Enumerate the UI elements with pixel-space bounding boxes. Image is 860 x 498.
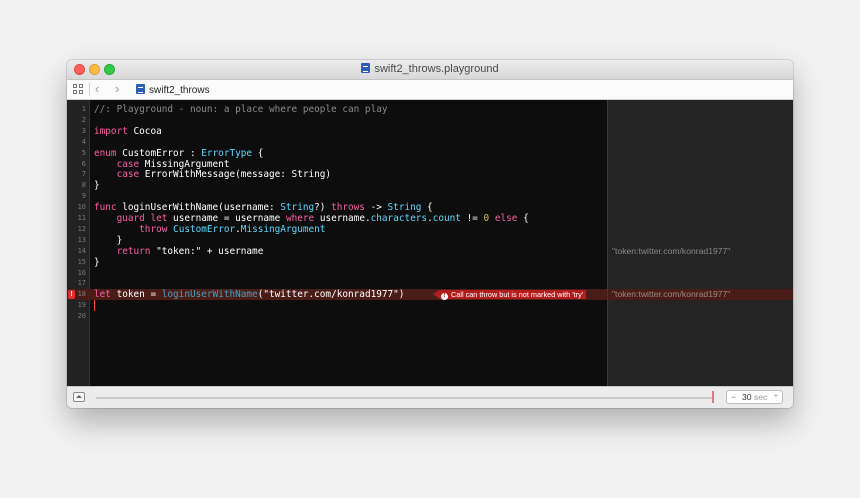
code-text: func loginUserWithName(username: String?…: [94, 202, 433, 214]
triangle-up-icon[interactable]: [73, 392, 85, 402]
code-line[interactable]: 5 enum CustomError : ErrorType {: [67, 148, 607, 159]
code-text: case ErrorWithMessage(message: String): [116, 169, 332, 181]
code-line[interactable]: 1 //: Playground - noun: a place where pe…: [67, 104, 607, 115]
playground-window: swift2_throws.playground ‹ › swift2_thro…: [67, 60, 793, 408]
result-value[interactable]: "token:twitter.com/konrad1977": [608, 289, 793, 301]
code-editor[interactable]: 1 //: Playground - noun: a place where pe…: [67, 100, 607, 386]
code-line[interactable]: 11 guard let username = username where u…: [67, 213, 607, 224]
code-line[interactable]: 16: [67, 268, 607, 279]
chevron-right-icon[interactable]: ›: [115, 82, 119, 96]
line-number: 8: [81, 181, 86, 190]
line-number: 2: [81, 115, 86, 124]
line-number: 3: [81, 126, 86, 135]
line-number: 12: [77, 224, 86, 233]
code-text: enum CustomError : ErrorType {: [94, 147, 264, 159]
stepper-increment[interactable]: +: [774, 391, 778, 403]
code-line[interactable]: 10 func loginUserWithName(username: Strin…: [67, 202, 607, 213]
code-line[interactable]: 3 import Cocoa: [67, 126, 607, 137]
line-number: 9: [81, 192, 86, 201]
line-number: 10: [77, 203, 86, 212]
code-text: guard let username = username where user…: [116, 213, 529, 224]
window-title-text: swift2_throws.playground: [374, 63, 499, 75]
code-text: return "token:" + username: [116, 245, 264, 257]
jump-bar: ‹ › swift2_throws: [67, 80, 793, 100]
code-text: }: [94, 256, 100, 268]
breadcrumb-label: swift2_throws: [149, 85, 210, 96]
code-line[interactable]: 17: [67, 278, 607, 289]
code-line[interactable]: 9: [67, 191, 607, 202]
stepper-value: 30 sec: [742, 392, 768, 402]
code-text: import Cocoa: [94, 125, 162, 137]
text-cursor: [94, 300, 95, 312]
code-text: throw CustomError.MissingArgument: [139, 223, 326, 235]
swift-file-icon: [361, 63, 371, 73]
line-number: 15: [77, 257, 86, 266]
line-number: 11: [77, 214, 86, 222]
titlebar: swift2_throws.playground: [67, 60, 793, 80]
code-line[interactable]: 7 case ErrorWithMessage(message: String): [67, 169, 607, 180]
code-text: case MissingArgument: [116, 158, 230, 170]
code-text: let token = loginUserWithName("twitter.c…: [94, 289, 405, 301]
stepper-decrement[interactable]: −: [731, 391, 736, 403]
code-line[interactable]: 13 }: [67, 235, 607, 246]
code-line[interactable]: 2: [67, 115, 607, 126]
line-number: 7: [81, 170, 86, 179]
code-text: }: [94, 180, 100, 192]
duration-stepper[interactable]: − 30 sec +: [726, 390, 783, 404]
error-message-bubble[interactable]: ! Call can throw but is not marked with '…: [432, 290, 587, 301]
line-number: 13: [77, 235, 86, 244]
result-value[interactable]: "token:twitter.com/konrad1977": [608, 246, 793, 257]
line-number: 14: [77, 246, 86, 255]
line-number: 4: [81, 137, 86, 146]
line-number: 17: [77, 279, 86, 288]
error-marker-icon[interactable]: !: [68, 290, 75, 300]
code-line[interactable]: 14 return "token:" + username: [67, 246, 607, 257]
chevron-left-icon[interactable]: ‹: [95, 82, 99, 96]
code-line-error[interactable]: 18! let token = loginUserWithName("twitte…: [67, 289, 607, 301]
line-number: 1: [81, 105, 86, 113]
code-line[interactable]: 20: [67, 311, 607, 322]
line-number: 6: [81, 159, 86, 168]
line-number: 16: [77, 268, 86, 277]
code-line[interactable]: 8}: [67, 180, 607, 191]
line-number: 20: [77, 312, 86, 321]
related-items-grid-icon[interactable]: [73, 84, 83, 94]
code-line[interactable]: 15}: [67, 257, 607, 268]
code-line[interactable]: 6 case MissingArgument: [67, 159, 607, 170]
error-message-text: Call can throw but is not marked with 't…: [451, 290, 584, 300]
playground-file-icon: [136, 84, 145, 94]
breadcrumb-file[interactable]: swift2_throws: [136, 84, 210, 96]
window-title: swift2_throws.playground: [67, 63, 793, 76]
code-text: //: Playground - noun: a place where peo…: [94, 104, 388, 115]
jumpbar-divider: [89, 83, 90, 96]
debug-bar: − 30 sec +: [67, 386, 793, 408]
code-line[interactable]: 12 throw CustomError.MissingArgument: [67, 224, 607, 235]
line-number: 5: [81, 148, 86, 157]
code-line[interactable]: 4: [67, 137, 607, 148]
timeline-slider-thumb[interactable]: [712, 391, 714, 403]
code-line[interactable]: 19: [67, 300, 607, 312]
timeline-slider-track[interactable]: [96, 397, 712, 399]
code-text: }: [94, 234, 123, 246]
line-number: 19: [77, 301, 86, 310]
results-sidebar: "token:twitter.com/konrad1977" "token:twi…: [607, 100, 793, 386]
